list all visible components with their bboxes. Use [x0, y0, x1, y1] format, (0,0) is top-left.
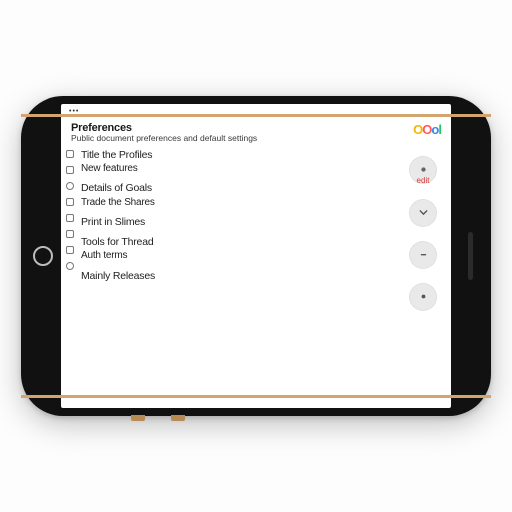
phone-device: ••• Preferences Public document preferen… [21, 96, 491, 416]
dot-icon [417, 290, 430, 303]
content: Title the Profiles New features Details … [61, 146, 451, 408]
list-item[interactable]: Details of Goals Trade the Shares [79, 181, 401, 209]
rail-icon[interactable] [66, 214, 74, 222]
list-item[interactable]: Title the Profiles New features [79, 148, 401, 176]
item-title: Details of Goals [79, 181, 401, 195]
item-subtitle: New features [79, 162, 401, 176]
rail-icon[interactable] [66, 262, 74, 270]
antenna-band [21, 395, 491, 398]
dot-icon [417, 163, 430, 176]
brand-letter: O [413, 122, 422, 137]
brand-letter: O [422, 122, 431, 137]
rail-icon[interactable] [66, 182, 74, 190]
rail-icon[interactable] [66, 230, 74, 238]
rail-icon[interactable] [66, 198, 74, 206]
brand-letter: l [438, 122, 441, 137]
action-button[interactable] [409, 283, 437, 311]
action-button[interactable] [409, 241, 437, 269]
item-subtitle: Trade the Shares [79, 196, 401, 210]
chevron-down-icon [417, 206, 430, 219]
list-item[interactable]: Mainly Releases [79, 269, 401, 283]
action-column: edit [401, 146, 451, 408]
left-rail [61, 146, 79, 408]
earpiece [468, 232, 473, 280]
settings-list: Title the Profiles New features Details … [79, 146, 401, 408]
brand-logo: O O o l [413, 122, 441, 137]
screen: ••• Preferences Public document preferen… [61, 104, 451, 408]
page-subtitle: Public document preferences and default … [71, 134, 257, 144]
item-title: Tools for Thread [79, 235, 401, 249]
rail-icon[interactable] [66, 166, 74, 174]
home-button[interactable] [33, 246, 53, 266]
header: Preferences Public document preferences … [61, 118, 451, 146]
rail-icon[interactable] [66, 246, 74, 254]
antenna-band [21, 114, 491, 117]
rail-icon[interactable] [66, 150, 74, 158]
action-button[interactable] [409, 199, 437, 227]
item-title: Mainly Releases [79, 269, 401, 283]
list-item[interactable]: Print in Slimes [79, 215, 401, 229]
item-subtitle: Auth terms [79, 249, 401, 263]
brand-letter: o [431, 122, 438, 137]
item-title: Title the Profiles [79, 148, 401, 162]
dash-icon [417, 248, 430, 261]
list-item[interactable]: Tools for Thread Auth terms [79, 235, 401, 263]
item-title: Print in Slimes [79, 215, 401, 229]
action-label: edit [417, 176, 430, 185]
